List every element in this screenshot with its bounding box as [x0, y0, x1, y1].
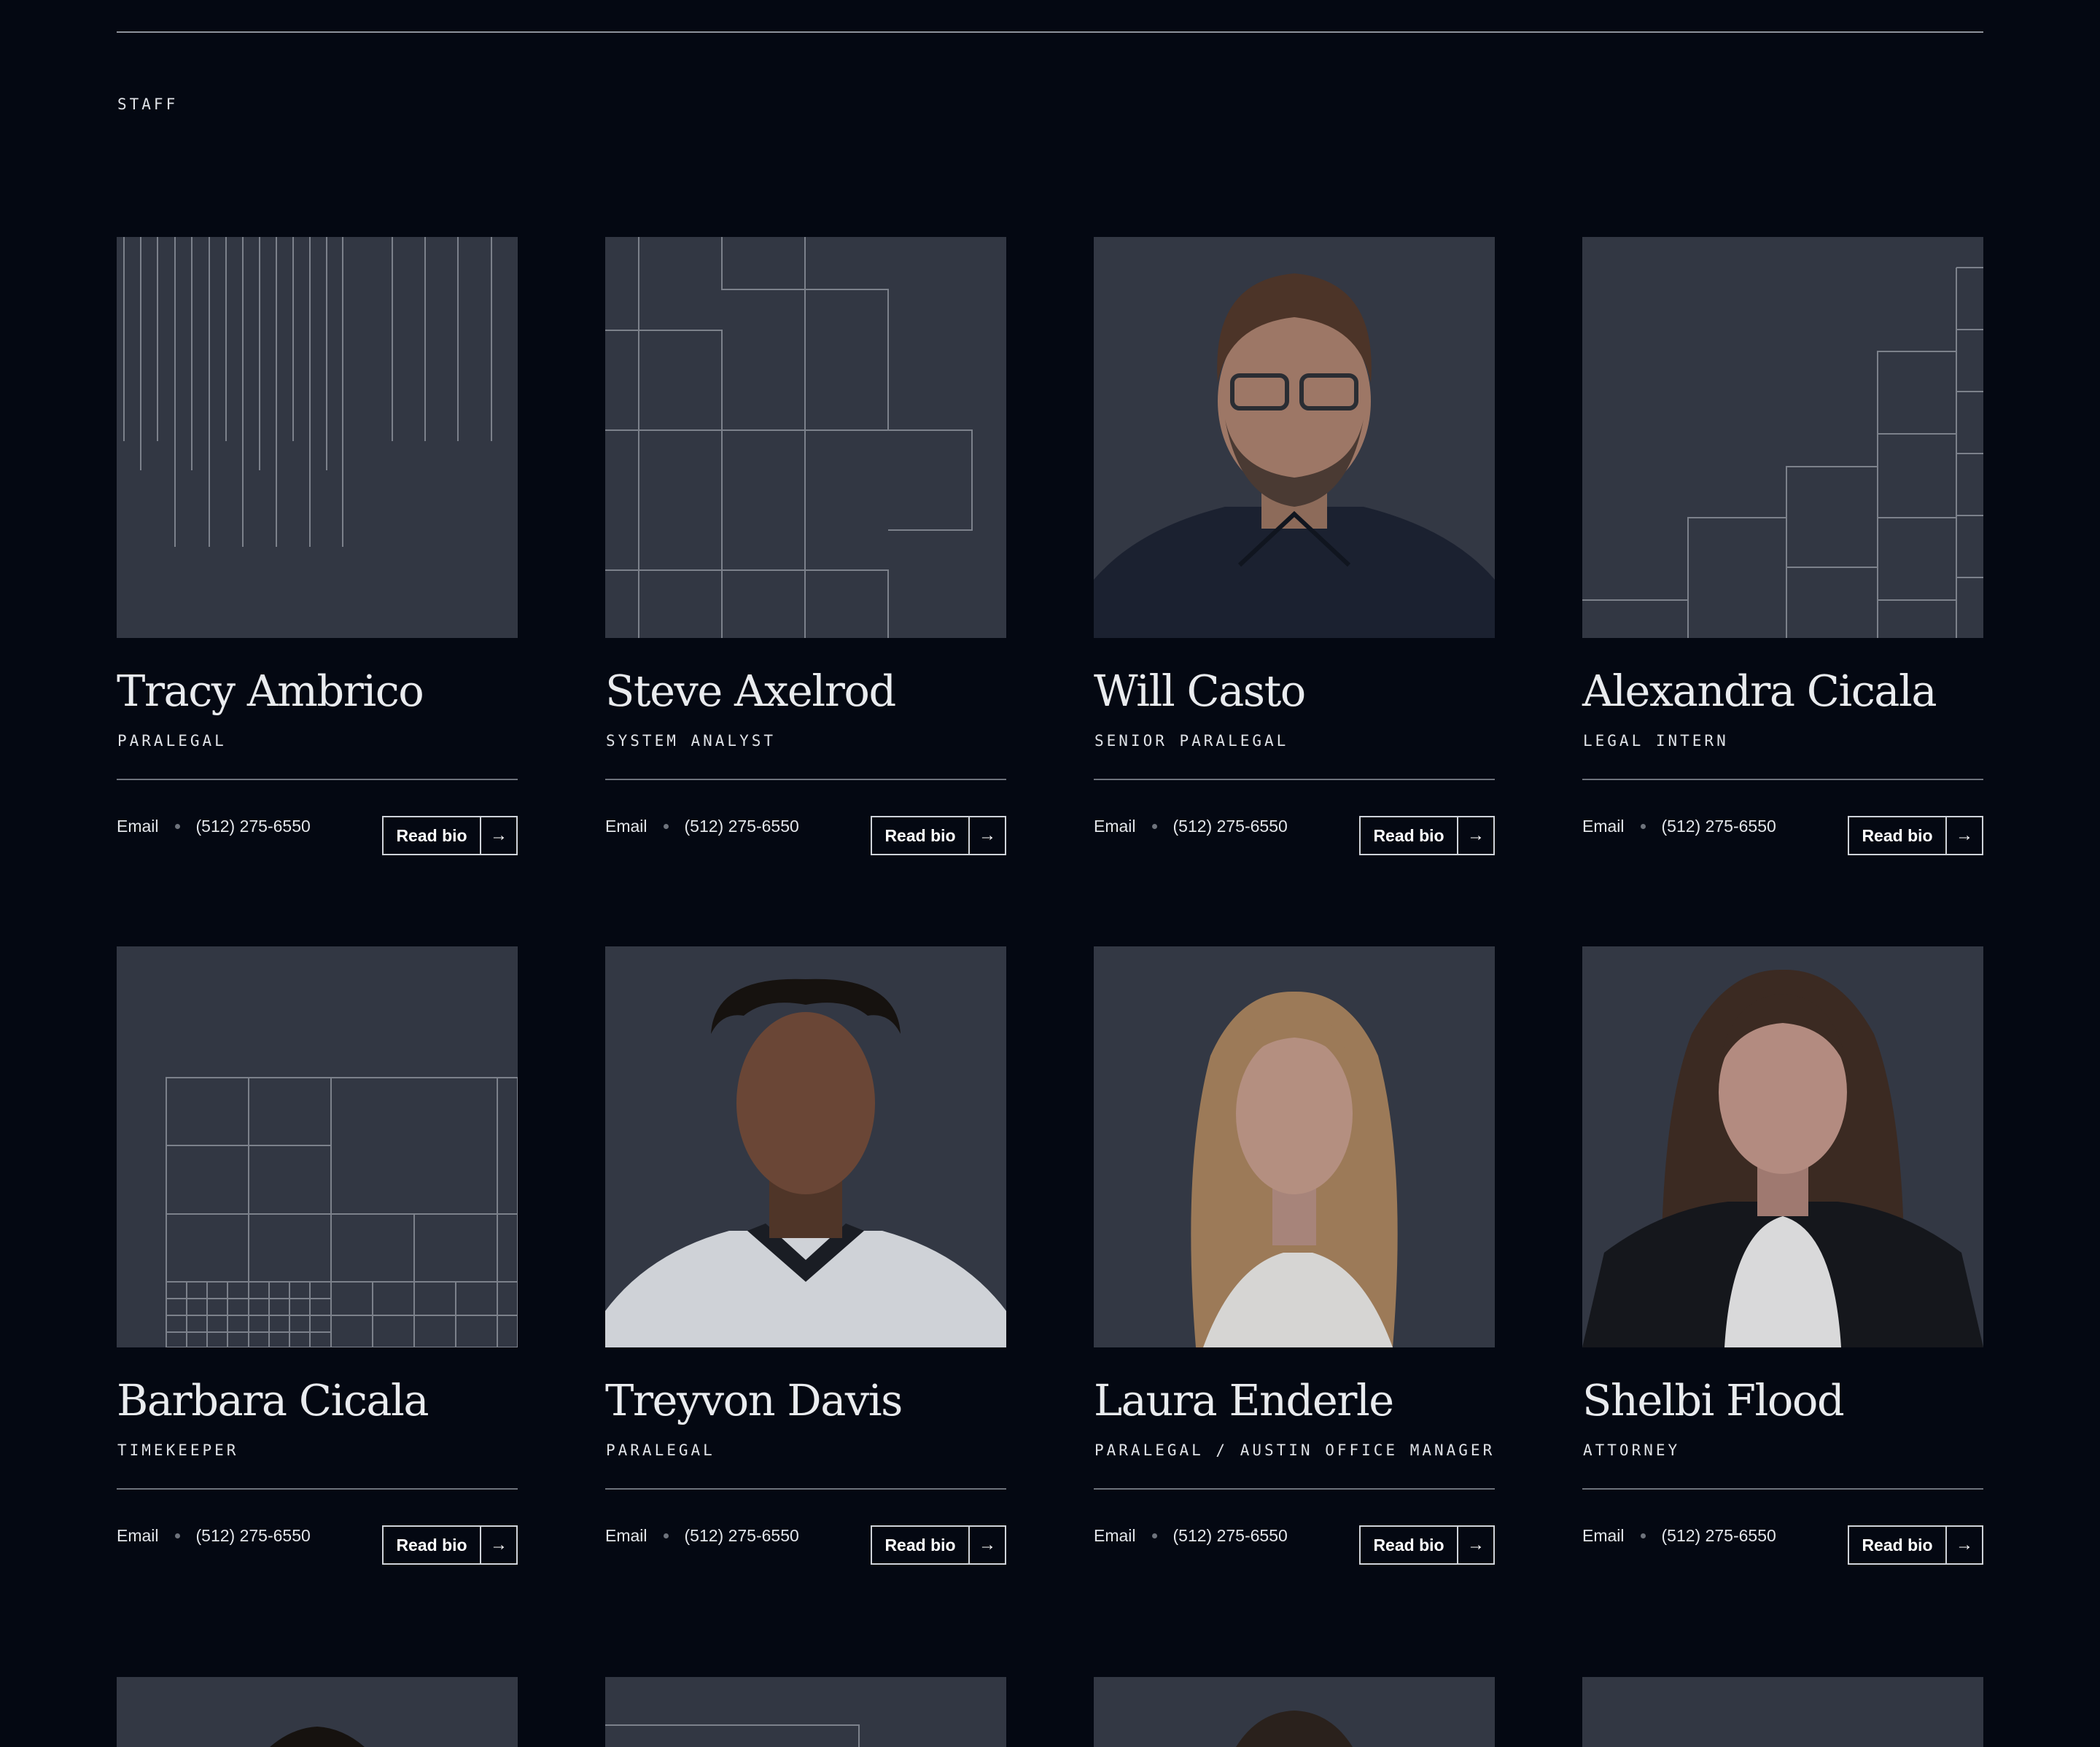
card-divider — [1094, 1488, 1495, 1490]
email-link[interactable]: Email — [1094, 1526, 1136, 1545]
read-bio-label: Read bio — [872, 817, 970, 854]
contact-row: Email (512) 275-6550 — [1094, 817, 1288, 836]
read-bio-button[interactable]: Read bio → — [1848, 1525, 1983, 1565]
separator-dot — [1640, 1533, 1646, 1538]
read-bio-label: Read bio — [384, 1527, 481, 1563]
staff-photo — [1094, 946, 1495, 1347]
arrow-right-icon: → — [1956, 1535, 1973, 1555]
staff-role: PARALEGAL / AUSTIN OFFICE MANAGER — [1094, 1441, 1496, 1459]
phone-link[interactable]: (512) 275-6550 — [196, 817, 311, 836]
separator-dot — [1151, 823, 1157, 829]
email-link[interactable]: Email — [605, 1526, 648, 1545]
read-bio-button[interactable]: Read bio → — [1848, 816, 1983, 855]
read-bio-button[interactable]: Read bio → — [382, 816, 518, 855]
contact-row: Email (512) 275-6550 — [117, 1526, 311, 1546]
staff-photo — [1094, 1677, 1495, 1747]
email-link[interactable]: Email — [117, 817, 159, 836]
email-link[interactable]: Email — [1582, 1526, 1625, 1545]
staff-photo-pattern — [605, 1677, 1006, 1747]
phone-link[interactable]: (512) 275-6550 — [685, 817, 799, 836]
read-bio-label: Read bio — [1849, 1527, 1947, 1563]
email-link[interactable]: Email — [605, 817, 648, 836]
staff-name[interactable]: Tracy Ambrico — [117, 666, 424, 716]
section-label: STAFF — [117, 96, 179, 113]
top-divider — [117, 31, 1983, 33]
card-divider — [117, 779, 518, 780]
card-divider — [605, 779, 1006, 780]
staff-role: PARALEGAL — [606, 1441, 715, 1459]
arrow-right-icon: → — [979, 825, 996, 845]
staff-role: ATTORNEY — [1583, 1441, 1681, 1459]
email-link[interactable]: Email — [1582, 817, 1625, 836]
separator-dot — [1151, 1533, 1157, 1538]
staff-photo — [605, 946, 1006, 1347]
staff-name[interactable]: Treyvon Davis — [605, 1375, 903, 1425]
staff-photo — [1582, 946, 1983, 1347]
read-bio-label: Read bio — [1849, 817, 1947, 854]
read-bio-button[interactable]: Read bio → — [1359, 1525, 1495, 1565]
read-bio-label: Read bio — [384, 817, 481, 854]
separator-dot — [663, 1533, 669, 1538]
phone-link[interactable]: (512) 275-6550 — [1662, 817, 1776, 836]
read-bio-button[interactable]: Read bio → — [871, 1525, 1006, 1565]
read-bio-label: Read bio — [872, 1527, 970, 1563]
card-divider — [1582, 1488, 1983, 1490]
staff-photo-pattern — [117, 946, 518, 1347]
separator-dot — [174, 1533, 180, 1538]
contact-row: Email (512) 275-6550 — [1582, 817, 1776, 836]
email-link[interactable]: Email — [117, 1526, 159, 1545]
staff-name[interactable]: Will Casto — [1094, 666, 1306, 716]
staff-role: PARALEGAL — [117, 732, 227, 750]
card-divider — [1094, 779, 1495, 780]
arrow-right-icon: → — [979, 1535, 996, 1555]
staff-photo-pattern — [117, 237, 518, 638]
arrow-right-icon: → — [1956, 825, 1973, 845]
read-bio-label: Read bio — [1361, 1527, 1458, 1563]
staff-role: SYSTEM ANALYST — [606, 732, 777, 750]
contact-row: Email (512) 275-6550 — [117, 817, 311, 836]
staff-name[interactable]: Alexandra Cicala — [1582, 666, 1937, 716]
phone-link[interactable]: (512) 275-6550 — [685, 1526, 799, 1545]
staff-name[interactable]: Laura Enderle — [1094, 1375, 1394, 1425]
staff-name[interactable]: Steve Axelrod — [605, 666, 896, 716]
separator-dot — [174, 823, 180, 829]
read-bio-label: Read bio — [1361, 817, 1458, 854]
phone-link[interactable]: (512) 275-6550 — [196, 1526, 311, 1545]
staff-role: SENIOR PARALEGAL — [1094, 732, 1289, 750]
arrow-right-icon: → — [1467, 1535, 1485, 1555]
staff-role: LEGAL INTERN — [1583, 732, 1729, 750]
card-divider — [1582, 779, 1983, 780]
arrow-right-icon: → — [490, 825, 508, 845]
read-bio-button[interactable]: Read bio → — [1359, 816, 1495, 855]
staff-photo-pattern — [1582, 237, 1983, 638]
staff-name[interactable]: Barbara Cicala — [117, 1375, 429, 1425]
staff-photo — [117, 1677, 518, 1747]
arrow-right-icon: → — [1467, 825, 1485, 845]
staff-photo-pattern — [605, 237, 1006, 638]
read-bio-button[interactable]: Read bio → — [871, 816, 1006, 855]
contact-row: Email (512) 275-6550 — [605, 817, 799, 836]
staff-photo — [1094, 237, 1495, 638]
card-divider — [605, 1488, 1006, 1490]
phone-link[interactable]: (512) 275-6550 — [1173, 1526, 1288, 1545]
card-divider — [117, 1488, 518, 1490]
contact-row: Email (512) 275-6550 — [1094, 1526, 1288, 1546]
phone-link[interactable]: (512) 275-6550 — [1662, 1526, 1776, 1545]
email-link[interactable]: Email — [1094, 817, 1136, 836]
contact-row: Email (512) 275-6550 — [1582, 1526, 1776, 1546]
contact-row: Email (512) 275-6550 — [605, 1526, 799, 1546]
arrow-right-icon: → — [490, 1535, 508, 1555]
staff-photo — [1582, 1677, 1983, 1747]
separator-dot — [1640, 823, 1646, 829]
phone-link[interactable]: (512) 275-6550 — [1173, 817, 1288, 836]
staff-role: TIMEKEEPER — [117, 1441, 239, 1459]
staff-name[interactable]: Shelbi Flood — [1582, 1375, 1845, 1425]
separator-dot — [663, 823, 669, 829]
read-bio-button[interactable]: Read bio → — [382, 1525, 518, 1565]
